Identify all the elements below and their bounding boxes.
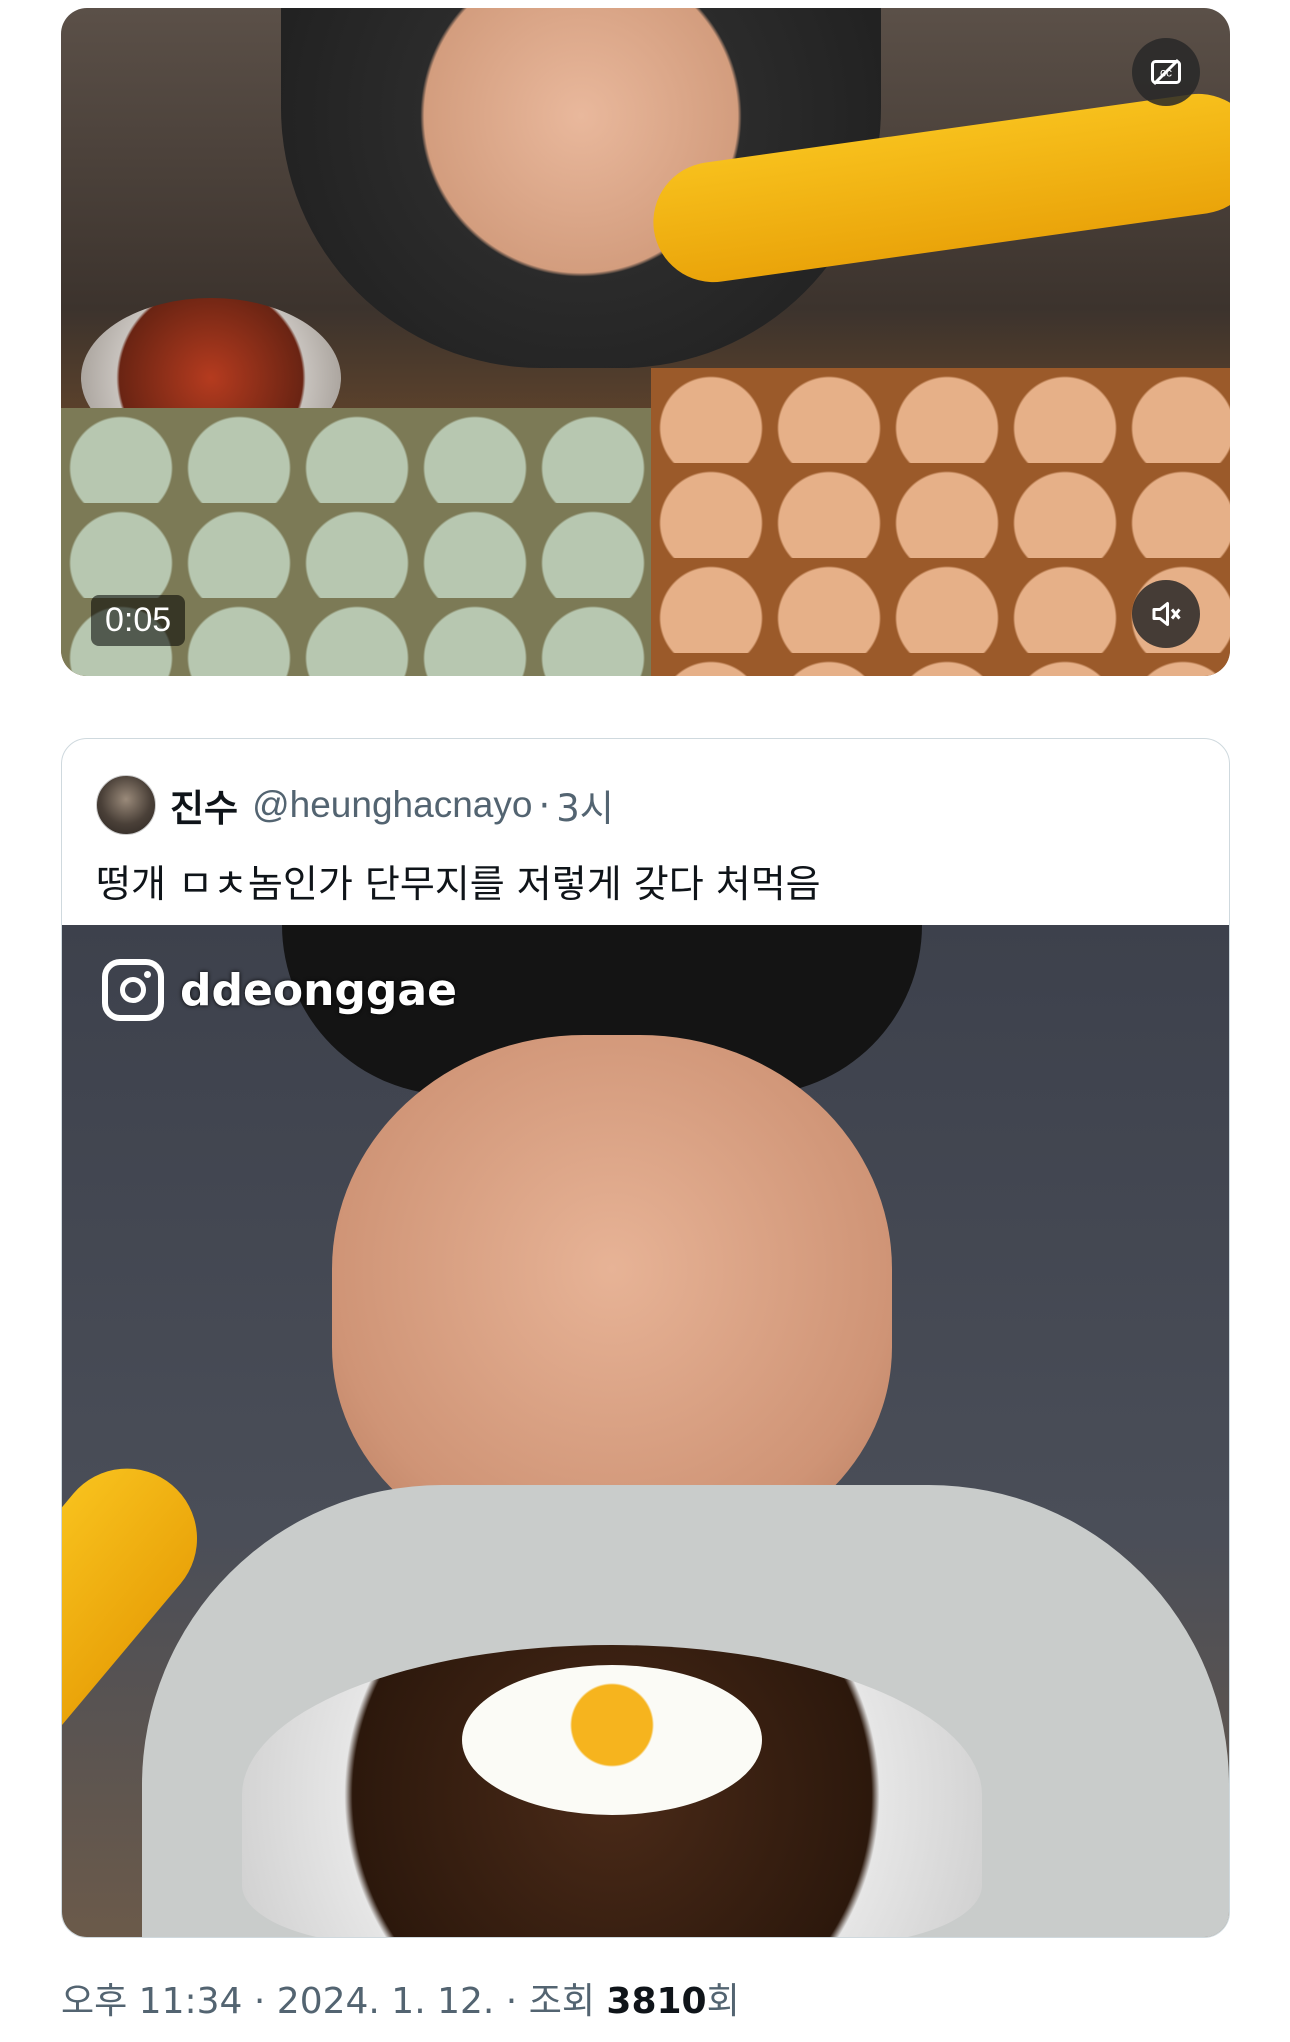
muted-speaker-icon[interactable] bbox=[1132, 580, 1200, 648]
media-scene-face bbox=[332, 1035, 892, 1555]
video-player[interactable]: cc 0:05 bbox=[61, 8, 1230, 676]
tweet-date[interactable]: 2024. 1. 12. bbox=[277, 1981, 495, 2022]
tweet-time[interactable]: 오후 11:34 bbox=[61, 1981, 242, 2022]
separator-dot: · bbox=[253, 1981, 266, 2022]
instagram-icon bbox=[102, 959, 164, 1021]
quoted-tweet-header: 진수 @heunghacnayo · 3시 bbox=[96, 775, 614, 835]
quoted-author-name[interactable]: 진수 bbox=[170, 778, 238, 832]
quoted-tweet-time[interactable]: 3시 bbox=[556, 778, 614, 832]
separator-dot: · bbox=[538, 783, 551, 827]
captions-off-icon[interactable]: cc bbox=[1132, 38, 1200, 106]
quoted-tweet[interactable]: 진수 @heunghacnayo · 3시 떵개 ㅁㅊ놈인가 단무지를 저렇게 … bbox=[61, 738, 1230, 1938]
instagram-watermark: ddeonggae bbox=[102, 959, 457, 1021]
separator-dot: · bbox=[505, 1981, 518, 2022]
views-label: 조회 bbox=[528, 1981, 595, 2022]
tweet-metadata: 오후 11:34 · 2024. 1. 12. · 조회 3810회 bbox=[61, 1972, 740, 2024]
quoted-tweet-text: 떵개 ㅁㅊ놈인가 단무지를 저렇게 갖다 처먹음 bbox=[96, 862, 821, 906]
media-scene-egg bbox=[462, 1665, 762, 1815]
avatar[interactable] bbox=[96, 775, 156, 835]
views-suffix: 회 bbox=[706, 1981, 740, 2022]
instagram-watermark-text: ddeonggae bbox=[180, 964, 457, 1016]
quoted-author-handle[interactable]: @heunghacnayo bbox=[252, 784, 532, 826]
video-timestamp: 0:05 bbox=[91, 595, 186, 646]
views-count: 3810 bbox=[606, 1981, 707, 2022]
quoted-tweet-media[interactable]: ddeonggae bbox=[62, 925, 1229, 1937]
